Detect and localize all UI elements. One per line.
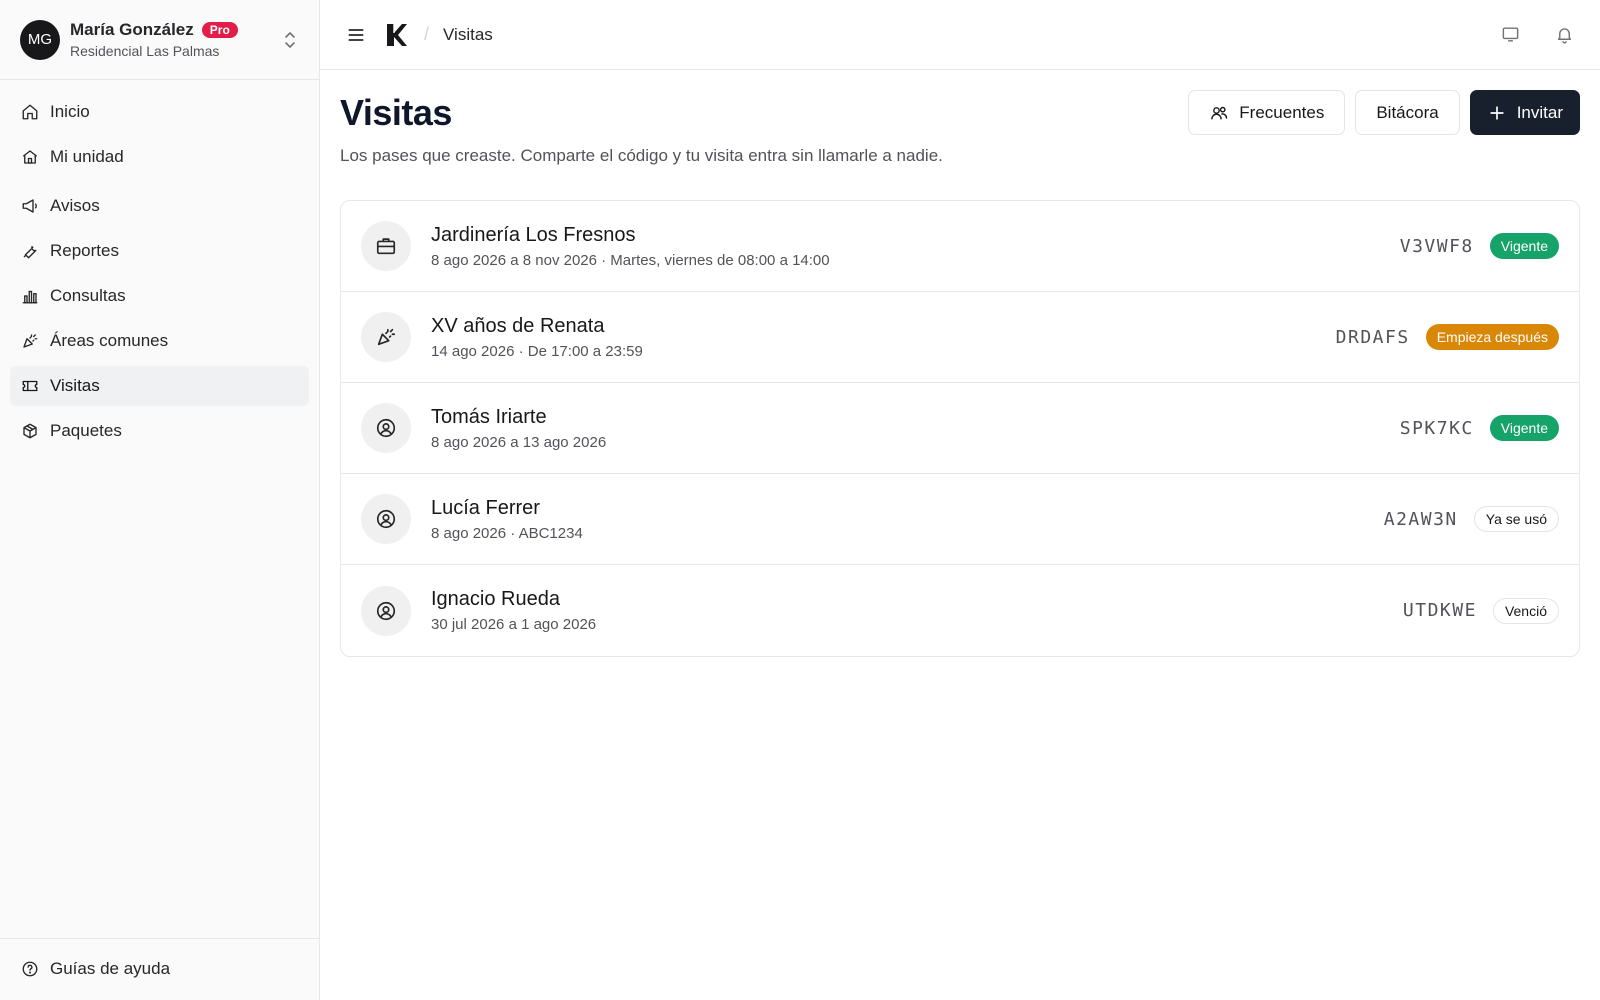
sidebar-item-avisos[interactable]: Avisos [10,186,309,226]
visit-title: Ignacio Rueda [431,588,560,610]
invite-button[interactable]: Invitar [1469,90,1580,135]
visit-title: Jardinería Los Fresnos [431,223,636,246]
visit-meta: 8 ago 2026 · ABC1234 [431,524,583,542]
sidebar-item-inicio[interactable]: Inicio [10,92,309,132]
help-circle-icon [22,961,38,977]
page-subtitle: Los pases que creaste. Comparte el códig… [340,146,943,165]
party-popper-icon [377,328,396,346]
breadcrumb-separator: / [424,24,430,44]
help-guides-label: Guías de ayuda [50,959,171,978]
sidebar-item-reportes[interactable]: Reportes [10,231,309,271]
chevrons-up-down-icon [285,31,295,48]
visit-title: Lucía Ferrer [431,496,540,519]
visit-code: A2AW3N [1383,508,1458,530]
home-icon [22,104,38,120]
visits-list: Jardinería Los Fresnos 8 ago 2026 a 8 no… [340,200,1580,657]
notifications-button[interactable] [1548,19,1580,51]
visit-meta: 8 ago 2026 a 8 nov 2026 · Martes, vierne… [431,251,830,269]
users-icon [1211,106,1228,120]
sidebar-item-label: Áreas comunes [50,331,169,350]
visit-code: DRDAFS [1335,326,1410,348]
sidebar-footer: Guías de ayuda [0,938,319,1000]
sidebar-item-label: Paquetes [50,421,122,440]
list-item[interactable]: XV años de Renata 14 ago 2026 · De 17:00… [341,292,1579,383]
list-item[interactable]: Lucía Ferrer 8 ago 2026 · ABC1234 A2AW3N… [341,474,1579,565]
status-badge: Vigente [1489,415,1559,441]
sidebar-item-paquetes[interactable]: Paquetes [10,411,309,451]
account-info: María González Pro Residencial Las Palma… [70,20,281,59]
visit-title: XV años de Renata [431,314,605,337]
user-circle-icon [376,418,396,438]
frequent-visitors-button[interactable]: Frecuentes [1188,90,1346,135]
list-item[interactable]: Tomás Iriarte 8 ago 2026 a 13 ago 2026 S… [341,383,1579,474]
visit-meta: 8 ago 2026 a 13 ago 2026 [431,433,607,451]
menu-toggle-button[interactable] [340,19,372,51]
briefcase-icon [376,238,396,255]
sidebar-item-label: Reportes [50,241,119,260]
user-circle-icon [376,509,396,529]
user-circle-icon [376,601,396,620]
ticket-icon [22,380,38,392]
visit-meta: 30 jul 2026 a 1 ago 2026 [431,616,597,633]
sidebar-item-label: Visitas [50,376,100,395]
status-badge: Ya se usó [1473,506,1559,532]
sidebar-item-label: Inicio [50,102,90,121]
visit-meta: 14 ago 2026 · De 17:00 a 23:59 [431,342,643,360]
page-title: Visitas [340,92,452,133]
sidebar: MG María González Pro Residencial Las Pa… [0,0,320,1000]
monitor-icon [1502,27,1518,42]
hamburger-icon [348,28,364,41]
topbar: / Visitas [320,0,1600,70]
sidebar-item-areas-comunes[interactable]: Áreas comunes [10,321,309,361]
org-name: Residencial Las Palmas [70,43,220,59]
sidebar-item-label: Avisos [50,196,100,215]
plus-icon [1490,105,1504,120]
topbar-actions [1494,19,1580,51]
status-badge: Vigente [1489,233,1559,259]
house-icon [22,150,38,164]
sidebar-item-mi-unidad[interactable]: Mi unidad [10,137,309,177]
status-badge: Venció [1492,597,1559,624]
sidebar-item-visitas[interactable]: Visitas [10,366,309,406]
sidebar-nav: Inicio Mi unidad Avisos Reportes Consult… [10,92,309,456]
wrench-icon [23,246,37,259]
sidebar-item-label: Consultas [50,286,126,305]
bell-icon [1557,28,1571,44]
list-item[interactable]: Jardinería Los Fresnos 8 ago 2026 a 8 no… [341,201,1579,292]
visit-code: SPK7KC [1399,417,1474,439]
help-guides-link[interactable]: Guías de ayuda [10,949,309,989]
party-popper-icon [23,334,38,348]
breadcrumb: Visitas [443,24,493,44]
visit-code: UTDKWE [1402,600,1477,621]
status-badge: Empieza después [1425,324,1559,350]
app-logo-icon[interactable] [384,22,410,48]
sidebar-item-consultas[interactable]: Consultas [10,276,309,316]
user-name: María González [70,20,194,39]
bar-chart-icon [22,290,38,304]
sidebar-item-label: Mi unidad [50,147,124,166]
visit-code: V3VWF8 [1399,235,1474,257]
account-switcher[interactable]: MG María González Pro Residencial Las Pa… [0,0,319,80]
megaphone-icon [22,199,37,213]
avatar: MG [20,19,60,60]
log-button[interactable]: Bitácora [1355,90,1460,135]
list-item[interactable]: Ignacio Rueda 30 jul 2026 a 1 ago 2026 U… [341,565,1579,656]
package-icon [23,423,37,439]
plan-badge: Pro [201,22,238,38]
visit-title: Tomás Iriarte [431,405,547,428]
display-button[interactable] [1494,19,1526,51]
page-actions: Frecuentes Bitácora Invitar [1188,90,1580,135]
